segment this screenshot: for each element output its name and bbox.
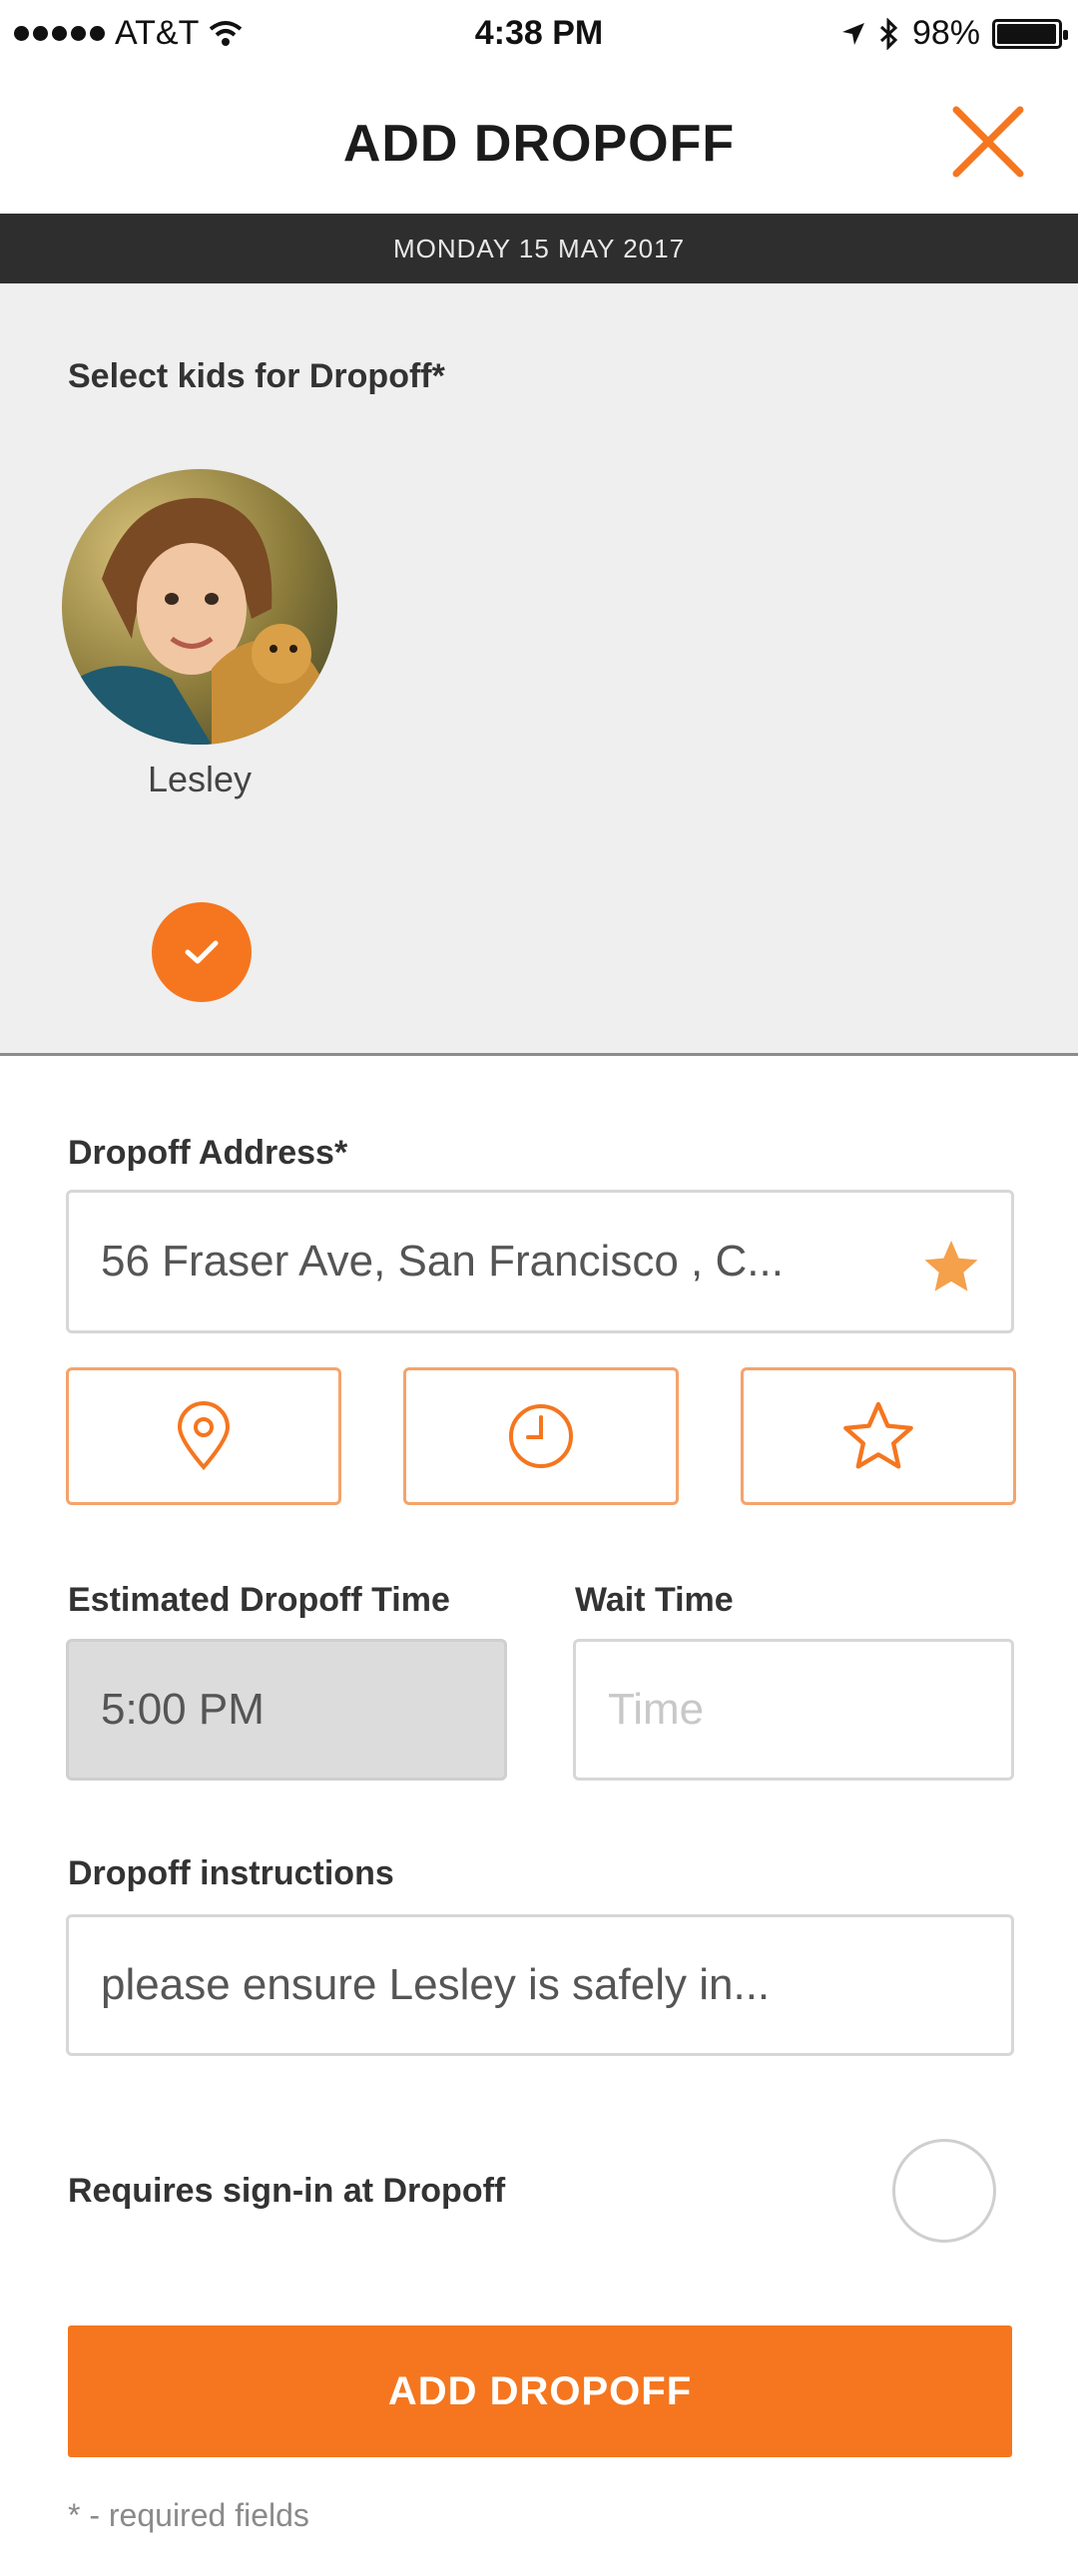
add-dropoff-button[interactable]: ADD DROPOFF xyxy=(68,2325,1012,2457)
dropoff-address-label: Dropoff Address* xyxy=(68,1134,348,1172)
close-icon xyxy=(952,106,1024,178)
dropoff-instructions-value: please ensure Lesley is safely in... xyxy=(101,1960,771,2009)
dropoff-instructions-field[interactable]: please ensure Lesley is safely in... xyxy=(66,1914,1014,2056)
sign-in-radio[interactable] xyxy=(892,2139,996,2243)
star-outline-icon xyxy=(843,1401,913,1469)
star-filled-icon[interactable] xyxy=(921,1237,981,1296)
status-right: 98% xyxy=(840,14,1068,53)
battery-fill xyxy=(997,23,1056,44)
current-location-button[interactable] xyxy=(66,1367,341,1505)
recent-addresses-button[interactable] xyxy=(403,1367,679,1505)
date-bar: MONDAY 15 MAY 2017 xyxy=(0,214,1078,283)
kid-name: Lesley xyxy=(147,759,253,799)
wait-time-field[interactable]: Time xyxy=(573,1639,1014,1781)
dropoff-instructions-label: Dropoff instructions xyxy=(68,1854,394,1892)
page-title: ADD DROPOFF xyxy=(342,115,736,173)
favorite-addresses-button[interactable] xyxy=(741,1367,1016,1505)
status-bar: AT&T 4:38 PM 98% xyxy=(0,0,1078,72)
select-kids-label: Select kids for Dropoff* xyxy=(68,357,445,395)
kids-section: Select kids for Dropoff* Lesley xyxy=(0,283,1078,1056)
location-pin-icon xyxy=(177,1401,231,1471)
nav-bar: ADD DROPOFF xyxy=(0,72,1078,214)
dropoff-address-field[interactable]: 56 Fraser Ave, San Francisco , C... xyxy=(66,1190,1014,1333)
kid-avatar[interactable] xyxy=(62,469,337,745)
checkmark-icon xyxy=(185,940,219,964)
wait-time-placeholder: Time xyxy=(608,1685,705,1734)
estimated-time-field[interactable]: 5:00 PM xyxy=(66,1639,507,1781)
dropoff-address-value: 56 Fraser Ave, San Francisco , C... xyxy=(101,1237,784,1286)
bluetooth-icon xyxy=(879,17,898,50)
kid-selected-toggle[interactable] xyxy=(152,902,252,1002)
required-fields-note: * - required fields xyxy=(68,2497,309,2533)
clock-icon xyxy=(509,1404,573,1468)
estimated-time-value: 5:00 PM xyxy=(101,1685,265,1734)
location-arrow-icon xyxy=(841,22,864,45)
kid-photo-image xyxy=(62,469,337,745)
close-button[interactable] xyxy=(948,102,1028,182)
battery-icon xyxy=(992,18,1068,49)
wait-time-label: Wait Time xyxy=(575,1581,734,1619)
sign-in-label: Requires sign-in at Dropoff xyxy=(68,2172,506,2210)
battery-percent: 98% xyxy=(911,14,980,52)
estimated-time-label: Estimated Dropoff Time xyxy=(68,1581,450,1619)
